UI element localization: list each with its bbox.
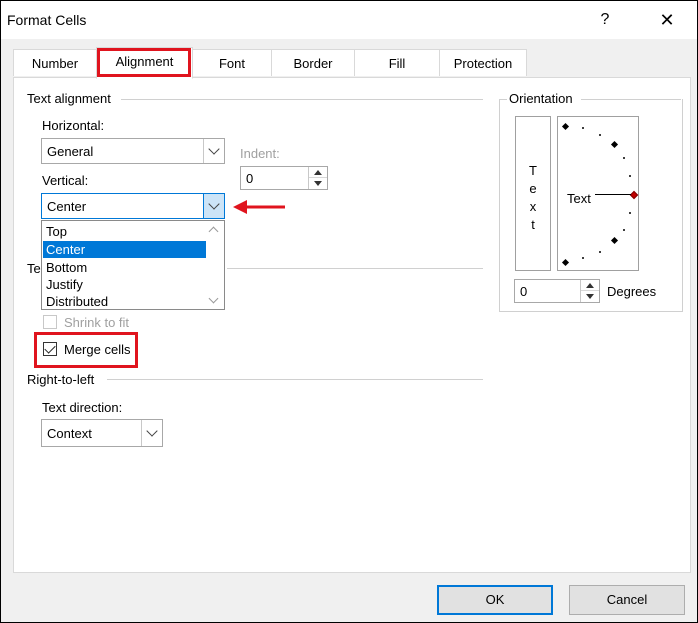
shrink-to-fit-checkbox[interactable] (43, 315, 57, 329)
tab-protection-label: Protection (453, 56, 513, 71)
list-item[interactable]: Justify (43, 276, 206, 293)
chevron-down-icon (208, 143, 220, 155)
tab-protection[interactable]: Protection (439, 49, 527, 76)
dial-marker-dot (599, 251, 601, 253)
text-direction-combo[interactable]: Context (41, 419, 163, 447)
triangle-up-icon (314, 169, 322, 175)
text-control-group-label: Te (27, 261, 41, 276)
dial-marker-dot (599, 134, 601, 136)
triangle-up-icon (586, 282, 594, 288)
triangle-down-icon (314, 181, 322, 186)
text-direction-label: Text direction: (42, 400, 123, 415)
vertical-letter: x (529, 199, 537, 214)
merge-cells-checkbox[interactable] (43, 342, 57, 356)
dial-marker-dot (629, 212, 631, 214)
merge-cells-label: Merge cells (64, 342, 131, 357)
dial-text-label: Text (567, 191, 591, 206)
ok-button[interactable]: OK (437, 585, 553, 615)
dial-marker-dot (582, 257, 584, 259)
list-item[interactable]: Bottom (43, 259, 206, 276)
text-alignment-group-label: Text alignment (27, 91, 111, 106)
vertical-label: Vertical: (42, 173, 89, 188)
indent-spin-buttons (308, 167, 327, 189)
scroll-up-icon (208, 226, 219, 237)
tab-border-label: Border (293, 56, 333, 71)
dial-marker-diamond (610, 140, 619, 149)
vertical-combo[interactable]: Center (41, 193, 225, 219)
close-button[interactable]: ✕ (649, 7, 685, 33)
dial-marker-diamond (561, 122, 570, 131)
right-to-left-group-label: Right-to-left (27, 372, 95, 387)
list-item[interactable]: Distributed (43, 293, 206, 310)
orientation-dial[interactable]: Text (557, 116, 639, 271)
vertical-letter: t (531, 217, 535, 232)
list-scrollbar[interactable] (205, 222, 223, 308)
tab-fill-label: Fill (388, 56, 406, 71)
help-button[interactable]: ? (587, 7, 623, 33)
text-alignment-separator (121, 99, 483, 100)
dial-marker-diamond (610, 236, 619, 245)
dial-marker-diamond (561, 258, 570, 267)
horizontal-combo[interactable]: General (41, 138, 225, 164)
tab-fill[interactable]: Fill (354, 49, 440, 76)
right-to-left-separator (107, 379, 483, 380)
vertical-value: Center (47, 199, 87, 214)
degrees-spin-buttons (580, 280, 599, 302)
scroll-down-icon (208, 293, 219, 304)
dial-marker-dot (629, 175, 631, 177)
red-arrow-annotation (233, 200, 285, 214)
chevron-down-icon (208, 198, 220, 210)
degrees-label: Degrees (607, 284, 657, 299)
horizontal-label: Horizontal: (42, 118, 105, 133)
indent-value: 0 (246, 171, 254, 186)
dial-pointer-line (595, 194, 631, 195)
triangle-down-icon (586, 294, 594, 299)
degrees-up-button[interactable] (581, 280, 599, 291)
text-direction-value: Context (47, 426, 92, 441)
text-direction-dropdown-button[interactable] (141, 420, 162, 446)
indent-label: Indent: (240, 146, 280, 161)
tab-font-label: Font (218, 56, 245, 71)
tab-alignment[interactable]: Alignment (96, 47, 193, 79)
dial-current-marker (629, 190, 639, 200)
degrees-spinner[interactable]: 0 (514, 279, 600, 303)
vertical-letter: e (529, 181, 537, 196)
dial-marker-dot (623, 157, 625, 159)
dial-marker-dot (582, 127, 584, 129)
list-item[interactable]: Top (43, 223, 206, 240)
vertical-text-orientation[interactable]: T e x t (515, 116, 551, 271)
dialog-title: Format Cells (7, 12, 87, 28)
title-bar: Format Cells ? ✕ (1, 1, 697, 39)
vertical-dropdown-button[interactable] (203, 194, 224, 218)
checkmark-icon (44, 342, 56, 354)
chevron-down-icon (146, 425, 158, 437)
tab-alignment-label: Alignment (115, 54, 174, 69)
format-cells-dialog: Format Cells ? ✕ Number Alignment Font B… (0, 0, 698, 623)
tab-strip: Number Alignment Font Border Fill Protec… (13, 47, 689, 79)
shrink-to-fit-label: Shrink to fit (64, 315, 130, 330)
tab-font[interactable]: Font (192, 49, 272, 76)
horizontal-dropdown-button[interactable] (203, 139, 224, 163)
tab-number-label: Number (31, 56, 79, 71)
horizontal-value: General (47, 144, 94, 159)
degrees-down-button[interactable] (581, 291, 599, 302)
degrees-value: 0 (520, 284, 528, 299)
vertical-options-list: Top Center Bottom Justify Distributed (41, 220, 225, 310)
text-control-separator (227, 268, 483, 269)
dial-marker-dot (623, 229, 625, 231)
tab-number[interactable]: Number (13, 49, 97, 76)
indent-spinner[interactable]: 0 (240, 166, 328, 190)
cancel-button[interactable]: Cancel (569, 585, 685, 615)
indent-down-button[interactable] (309, 178, 327, 189)
indent-up-button[interactable] (309, 167, 327, 178)
vertical-letter: T (529, 163, 537, 178)
list-item[interactable]: Center (43, 241, 206, 258)
tab-border[interactable]: Border (271, 49, 355, 76)
